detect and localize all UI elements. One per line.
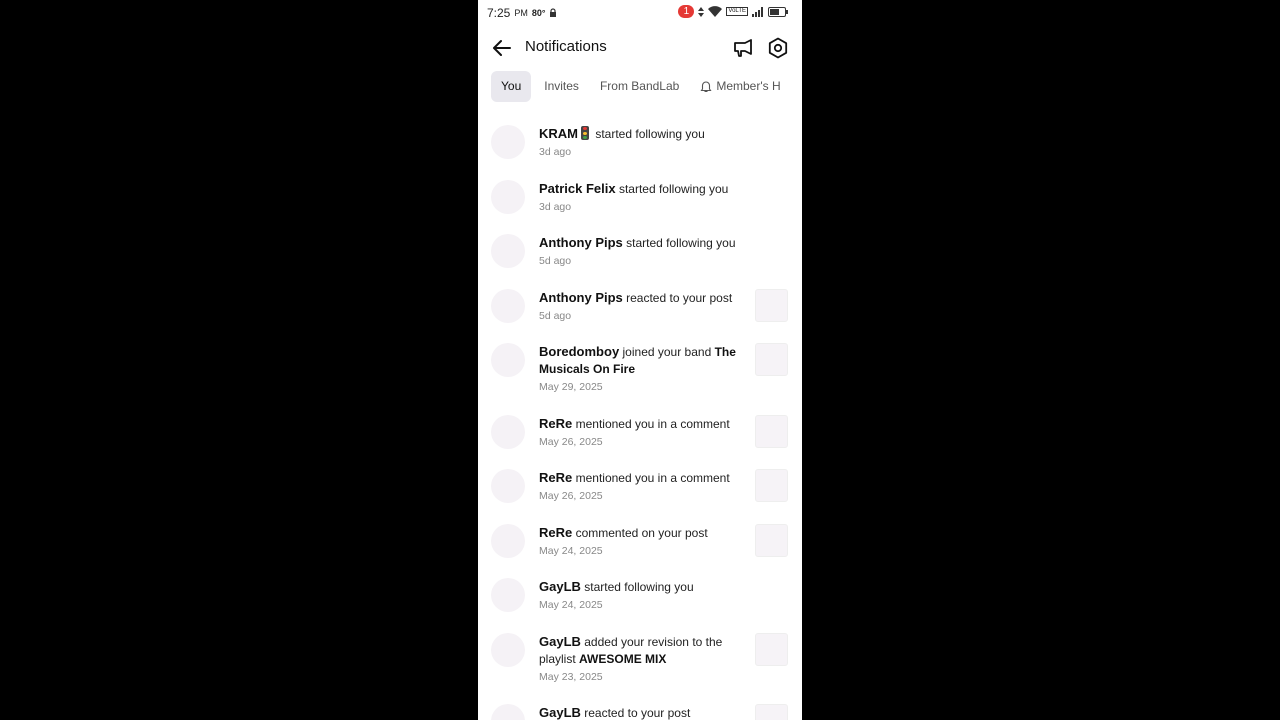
- notification-time: May 29, 2025: [539, 381, 603, 393]
- notification-action: mentioned you in a comment: [575, 471, 730, 485]
- notification-action: mentioned you in a comment: [575, 417, 730, 431]
- avatar[interactable]: [491, 180, 525, 214]
- notification-text: GayLB started following you May 24, 2025: [539, 578, 749, 614]
- post-thumbnail[interactable]: [755, 415, 788, 448]
- user-name[interactable]: GayLB: [539, 634, 581, 649]
- user-name[interactable]: ReRe: [539, 470, 572, 485]
- notification-row[interactable]: ReRe mentioned you in a comment May 26, …: [478, 415, 802, 465]
- notification-row[interactable]: KRAM started following you 3d ago: [478, 125, 802, 175]
- avatar[interactable]: [491, 578, 525, 612]
- user-name[interactable]: Anthony Pips: [539, 235, 623, 250]
- notification-action: started following you: [595, 127, 705, 141]
- notification-text: Boredomboy joined your band The Musicals…: [539, 343, 749, 396]
- notification-text: GayLB added your revision to the playlis…: [539, 633, 739, 686]
- avatar[interactable]: [491, 343, 525, 377]
- notification-text: Anthony Pips started following you 5d ag…: [539, 234, 754, 270]
- notification-text: ReRe commented on your post May 24, 2025: [539, 524, 749, 560]
- notification-row[interactable]: GayLB added your revision to the playlis…: [478, 633, 802, 699]
- avatar[interactable]: [491, 704, 525, 720]
- notification-time: May 26, 2025: [539, 436, 603, 448]
- avatar[interactable]: [491, 234, 525, 268]
- notification-time: 3d ago: [539, 201, 572, 213]
- playlist-thumbnail[interactable]: [755, 633, 788, 666]
- notification-row[interactable]: Boredomboy joined your band The Musicals…: [478, 343, 802, 409]
- notification-row[interactable]: GayLB started following you May 24, 2025: [478, 578, 802, 628]
- notification-action: started following you: [584, 580, 694, 594]
- band-thumbnail[interactable]: [755, 343, 788, 376]
- notification-action: started following you: [626, 236, 736, 250]
- notification-time: 5d ago: [539, 310, 572, 322]
- post-thumbnail[interactable]: [755, 704, 788, 720]
- notification-row[interactable]: Anthony Pips reacted to your post 5d ago: [478, 289, 802, 339]
- user-name[interactable]: Patrick Felix: [539, 181, 616, 196]
- notification-time: May 24, 2025: [539, 599, 603, 611]
- traffic-light-icon: [581, 126, 589, 140]
- notification-text: Anthony Pips reacted to your post 5d ago: [539, 289, 749, 325]
- post-thumbnail[interactable]: [755, 524, 788, 557]
- avatar[interactable]: [491, 469, 525, 503]
- notification-list: KRAM started following you 3d ago Patric…: [478, 0, 802, 720]
- post-thumbnail[interactable]: [755, 289, 788, 322]
- notification-time: May 23, 2025: [539, 671, 603, 683]
- playlist-name[interactable]: AWESOME MIX: [579, 652, 666, 666]
- notification-time: May 24, 2025: [539, 545, 603, 557]
- notification-text: Patrick Felix started following you 3d a…: [539, 180, 749, 216]
- notification-action: joined your band: [622, 345, 712, 359]
- post-thumbnail[interactable]: [755, 469, 788, 502]
- notification-row[interactable]: GayLB reacted to your post: [478, 704, 802, 720]
- notification-row[interactable]: Patrick Felix started following you 3d a…: [478, 180, 802, 230]
- notification-action: reacted to your post: [584, 706, 691, 720]
- phone-screen: 7:25 PM 80° 1 VoLTE Notifications You In…: [478, 0, 802, 720]
- user-name[interactable]: ReRe: [539, 416, 572, 431]
- notification-text: GayLB reacted to your post: [539, 704, 749, 720]
- notification-text: KRAM started following you 3d ago: [539, 125, 749, 161]
- user-name[interactable]: KRAM: [539, 126, 578, 141]
- user-name[interactable]: Anthony Pips: [539, 290, 623, 305]
- avatar[interactable]: [491, 125, 525, 159]
- avatar[interactable]: [491, 524, 525, 558]
- user-name[interactable]: GayLB: [539, 705, 581, 720]
- notification-action: reacted to your post: [626, 291, 733, 305]
- avatar[interactable]: [491, 289, 525, 323]
- user-name[interactable]: Boredomboy: [539, 344, 619, 359]
- notification-action: commented on your post: [575, 526, 708, 540]
- avatar[interactable]: [491, 415, 525, 449]
- notification-time: 3d ago: [539, 146, 572, 158]
- user-name[interactable]: ReRe: [539, 525, 572, 540]
- avatar[interactable]: [491, 633, 525, 667]
- notification-text: ReRe mentioned you in a comment May 26, …: [539, 415, 749, 451]
- notification-text: ReRe mentioned you in a comment May 26, …: [539, 469, 749, 505]
- notification-row[interactable]: ReRe commented on your post May 24, 2025: [478, 524, 802, 574]
- notification-row[interactable]: ReRe mentioned you in a comment May 26, …: [478, 469, 802, 519]
- notification-time: May 26, 2025: [539, 490, 603, 502]
- notification-row[interactable]: Anthony Pips started following you 5d ag…: [478, 234, 802, 284]
- user-name[interactable]: GayLB: [539, 579, 581, 594]
- notification-time: 5d ago: [539, 255, 572, 267]
- notification-action: started following you: [618, 182, 729, 196]
